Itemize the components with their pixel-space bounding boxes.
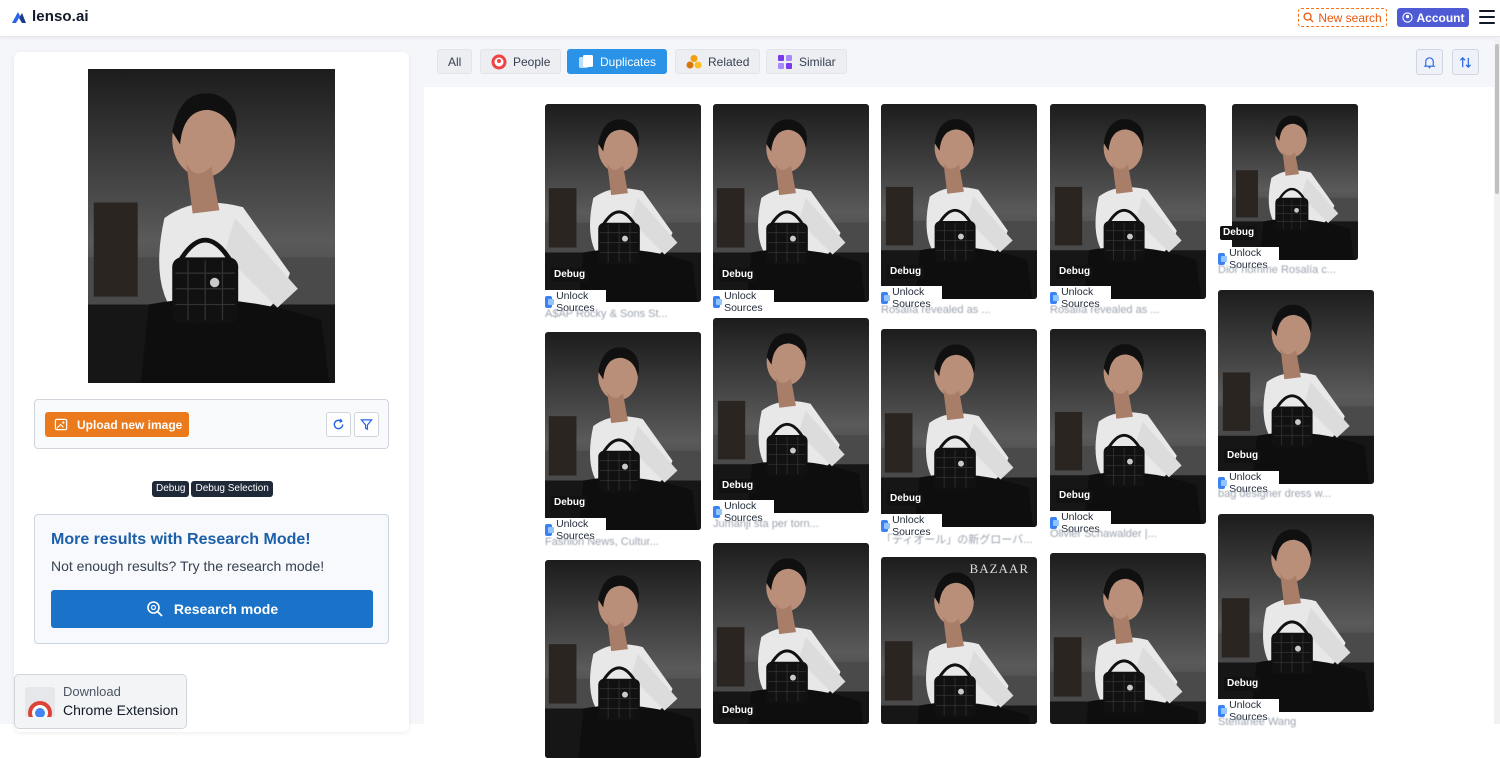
tab-related-label: Related [708, 54, 750, 69]
chrome-ext-name: Chrome Extension [63, 702, 179, 718]
result-thumbnail[interactable]: Debug [713, 543, 869, 724]
result-thumbnail[interactable]: Debug [1050, 104, 1206, 299]
result-thumbnail[interactable]: Debug [713, 104, 869, 302]
account-button[interactable]: Account [1397, 8, 1469, 27]
research-mode-card: More results with Research Mode! Not eno… [34, 514, 389, 644]
people-icon [491, 54, 507, 69]
source-title[interactable]: Fashion News, Cultur... [545, 536, 659, 548]
tab-similar-label: Similar [799, 54, 836, 69]
debug-chip: Debug [719, 704, 757, 718]
refresh-icon [333, 418, 344, 430]
chrome-icon [25, 687, 55, 717]
tab-people-label: People [513, 54, 551, 69]
tab-similar[interactable]: Similar [766, 49, 847, 74]
source-title[interactable]: Rosalía revealed as ... [881, 304, 990, 316]
query-image [88, 69, 335, 383]
logo-text: lenso.ai [32, 8, 89, 25]
source-title[interactable]: Jumanji sta per torn... [713, 518, 819, 530]
sort-icon [1459, 56, 1472, 68]
debug-chip: Debug [551, 496, 589, 510]
search-zoom-icon [147, 601, 163, 617]
source-title[interactable]: 「ディオール」の新グローバ... [881, 531, 1032, 547]
debug-chip: Debug [719, 268, 757, 282]
debug-tags: Debug Debug Selection [152, 481, 273, 497]
lock-icon [1050, 292, 1060, 304]
related-icon [686, 54, 702, 68]
tab-all-label: All [448, 54, 462, 69]
lock-icon [713, 296, 723, 308]
tab-people[interactable]: People [480, 49, 562, 74]
debug-chip: Debug [1224, 449, 1262, 463]
unlock-sources-link[interactable]: Unlock Sources [713, 290, 774, 314]
upload-controls: Upload new image [34, 399, 389, 449]
debug-chip: Debug [1220, 226, 1258, 240]
result-thumbnail[interactable] [545, 560, 701, 758]
lenso-logo-icon [12, 11, 26, 23]
user-circle-icon [1401, 12, 1413, 23]
result-thumbnail[interactable]: Debug [881, 104, 1037, 299]
result-thumbnail[interactable]: Debug [1050, 329, 1206, 524]
lock-icon [545, 296, 555, 308]
source-title[interactable]: A$AP Rocky & Sons St... [545, 308, 668, 320]
debug-chip: Debug [887, 265, 925, 279]
refresh-button[interactable] [326, 412, 351, 437]
duplicates-icon [579, 54, 593, 68]
research-mode-button[interactable]: Research mode [51, 590, 373, 628]
unlock-label: Unlock Sources [724, 290, 763, 314]
similar-icon [778, 54, 792, 69]
source-title[interactable]: Olivier Schawalder |... [1050, 528, 1157, 540]
research-button-label: Research mode [173, 601, 279, 617]
filter-icon [360, 419, 373, 431]
account-label: Account [1416, 10, 1465, 25]
tab-all[interactable]: All [437, 49, 473, 74]
upload-new-image-button[interactable]: Upload new image [45, 412, 189, 437]
debug-chip: Debug [551, 268, 589, 282]
source-title[interactable]: Dior nomme Rosalía c... [1218, 264, 1336, 276]
result-thumbnail[interactable]: Debug [545, 332, 701, 530]
result-thumbnail[interactable] [1050, 553, 1206, 724]
bazaar-watermark: BAZAAR [969, 561, 1029, 576]
result-thumbnail[interactable]: Debug [713, 318, 869, 513]
lock-icon [713, 506, 723, 518]
filter-button[interactable] [354, 412, 379, 437]
chrome-extension-banner[interactable]: Download Chrome Extension [14, 674, 187, 729]
tab-duplicates[interactable]: Duplicates [567, 49, 668, 74]
sort-button[interactable] [1452, 49, 1479, 75]
debug-tag: Debug [152, 481, 190, 497]
result-thumbnail[interactable]: Debug [1218, 290, 1374, 484]
upload-label: Upload new image [77, 417, 183, 432]
result-thumbnail[interactable]: Debug [881, 329, 1037, 527]
debug-chip: Debug [887, 492, 925, 506]
debug-chip: Debug [1224, 677, 1262, 691]
alert-button[interactable] [1416, 49, 1443, 75]
research-subtitle: Not enough results? Try the research mod… [51, 558, 325, 574]
new-search-label: New search [1318, 10, 1382, 25]
lock-icon [881, 292, 891, 304]
result-thumbnail[interactable]: BAZAAR [881, 557, 1037, 724]
source-title[interactable]: bag designer dress w... [1218, 488, 1331, 500]
top-header: lenso.ai New search Account [0, 0, 1500, 37]
chrome-ext-download: Download [63, 684, 121, 699]
debug-selection-tag: Debug Selection [191, 481, 273, 497]
debug-chip: Debug [719, 479, 757, 493]
debug-chip: Debug [1056, 265, 1094, 279]
image-edit-icon [54, 418, 68, 431]
search-icon [1303, 12, 1314, 23]
logo[interactable]: lenso.ai [11, 8, 89, 25]
bell-icon [1423, 56, 1436, 68]
scrollbar-thumb[interactable] [1495, 44, 1499, 194]
debug-chip: Debug [1056, 489, 1094, 503]
source-title[interactable]: Steffanee Wang [1218, 716, 1296, 728]
source-title[interactable]: Rosalía revealed as ... [1050, 304, 1159, 316]
new-search-button[interactable]: New search [1298, 8, 1387, 27]
tab-related[interactable]: Related [675, 49, 761, 74]
hamburger-menu-icon[interactable] [1479, 10, 1495, 24]
result-thumbnail[interactable]: Debug [1218, 514, 1374, 712]
research-title: More results with Research Mode! [51, 531, 311, 548]
tab-duplicates-label: Duplicates [600, 54, 657, 69]
result-thumbnail[interactable]: Debug [545, 104, 701, 302]
lock-icon [545, 524, 555, 536]
